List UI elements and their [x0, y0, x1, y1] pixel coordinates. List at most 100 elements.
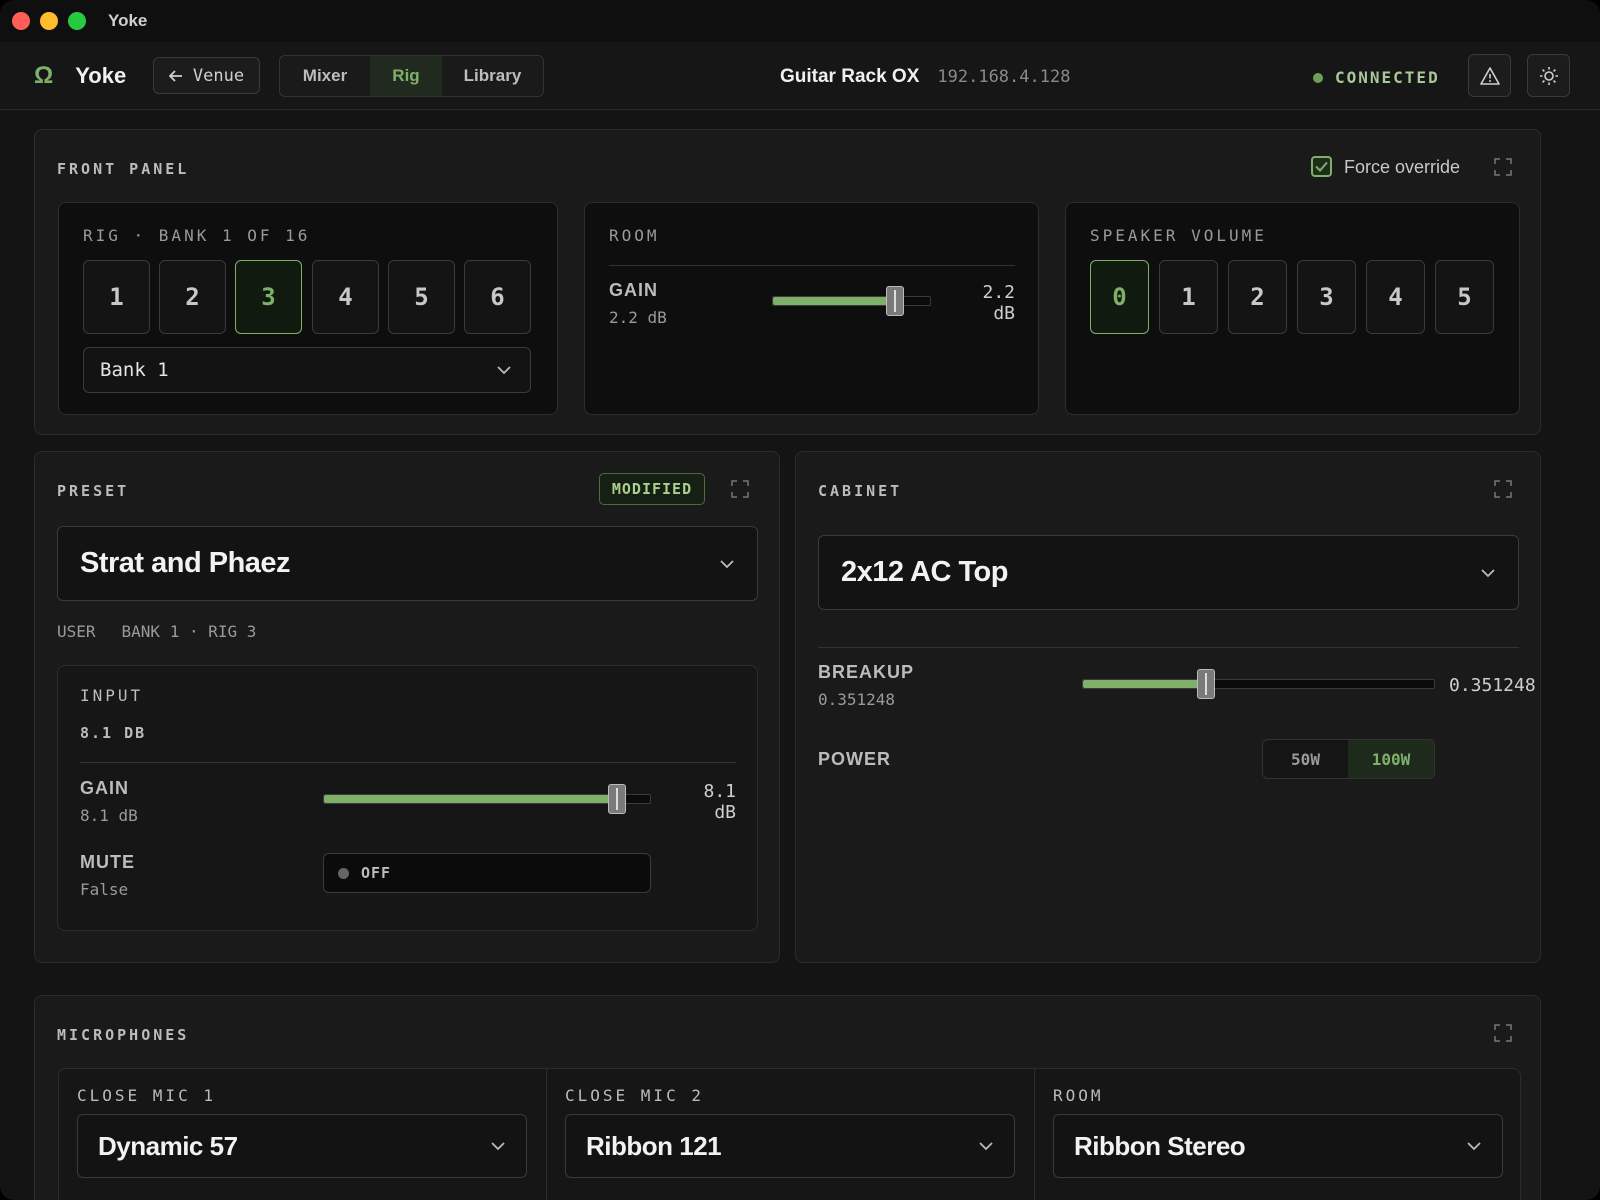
- mic-slot-divider: [546, 1069, 547, 1200]
- chevron-down-icon: [979, 1142, 993, 1151]
- window-title: Yoke: [108, 11, 148, 30]
- speaker-volume-section: SPEAKER VOLUME 0 1 2 3 4 5: [1065, 202, 1520, 415]
- expand-icon[interactable]: [1494, 158, 1512, 176]
- speaker-volume-button-1[interactable]: 1: [1159, 260, 1218, 334]
- close-mic-2-select[interactable]: Ribbon 121: [565, 1114, 1015, 1178]
- preset-location: BANK 1 · RIG 3: [121, 622, 257, 641]
- theme-toggle-button[interactable]: [1527, 54, 1570, 97]
- mic-slot-divider: [1034, 1069, 1035, 1200]
- input-label: INPUT: [80, 686, 144, 705]
- power-option-100w[interactable]: 100W: [1348, 740, 1434, 778]
- connection-status: CONNECTED: [1313, 68, 1440, 87]
- brand: Ω Yoke: [34, 62, 126, 90]
- microphones-title: MICROPHONES: [57, 1026, 190, 1044]
- cabinet-divider: [818, 647, 1519, 648]
- mute-name: MUTE: [80, 852, 135, 872]
- room-mic-value: Ribbon Stereo: [1074, 1130, 1246, 1161]
- speaker-volume-button-3[interactable]: 3: [1297, 260, 1356, 334]
- preset-title: PRESET: [57, 482, 130, 500]
- brand-name: Yoke: [75, 63, 127, 88]
- modified-badge: MODIFIED: [599, 473, 705, 505]
- zoom-window-button[interactable]: [68, 12, 86, 30]
- input-gain-slider-fill: [324, 795, 617, 803]
- input-gain-name: GAIN: [80, 778, 129, 798]
- cabinet-title: CABINET: [818, 482, 903, 500]
- force-override-checkbox[interactable]: [1311, 156, 1332, 177]
- arrow-left-icon: [168, 69, 182, 82]
- omega-logo-icon: Ω: [34, 62, 54, 89]
- breakup-name: BREAKUP: [818, 662, 915, 682]
- status-dot-icon: [1313, 72, 1323, 83]
- room-section: ROOM GAIN 2.2 dB 2.2 dB: [584, 202, 1039, 415]
- room-mic-select[interactable]: Ribbon Stereo: [1053, 1114, 1503, 1178]
- rig-button-1[interactable]: 1: [83, 260, 150, 334]
- room-gain-slider[interactable]: [772, 286, 931, 316]
- app-window: Yoke Ω Yoke Venue Mixer Rig Library Guit…: [0, 0, 1600, 1200]
- close-mic-2-value: Ribbon 121: [586, 1130, 722, 1161]
- tab-mixer[interactable]: Mixer: [280, 56, 370, 96]
- input-gain-readout-number: 8.1: [703, 781, 736, 802]
- bank-select[interactable]: Bank 1: [83, 347, 531, 393]
- rig-button-3[interactable]: 3: [235, 260, 302, 334]
- mute-toggle-label: OFF: [361, 864, 392, 882]
- power-segmented-control: 50W 100W: [1262, 739, 1435, 779]
- speaker-volume-button-2[interactable]: 2: [1228, 260, 1287, 334]
- power-name: POWER: [818, 749, 892, 769]
- rig-button-6[interactable]: 6: [464, 260, 531, 334]
- input-gain-slider[interactable]: [323, 784, 651, 814]
- cabinet-select-value: 2x12 AC Top: [841, 556, 1008, 588]
- close-mic-1-value: Dynamic 57: [98, 1130, 238, 1161]
- rig-button-2[interactable]: 2: [159, 260, 226, 334]
- toggle-indicator-icon: [338, 867, 349, 879]
- back-to-venue-button[interactable]: Venue: [153, 57, 260, 94]
- input-gain-value: 8.1 dB: [80, 806, 138, 825]
- close-mic-1-select[interactable]: Dynamic 57: [77, 1114, 527, 1178]
- breakup-slider[interactable]: [1082, 669, 1435, 699]
- tab-library[interactable]: Library: [442, 56, 543, 96]
- tab-rig[interactable]: Rig: [370, 56, 442, 96]
- venue-button-label: Venue: [192, 65, 245, 86]
- expand-icon[interactable]: [731, 480, 749, 498]
- room-gain-name: GAIN: [609, 280, 658, 300]
- breakup-slider-thumb[interactable]: [1197, 669, 1215, 699]
- expand-icon[interactable]: [1494, 1024, 1512, 1042]
- mute-toggle[interactable]: OFF: [323, 853, 651, 893]
- view-tabs: Mixer Rig Library: [279, 55, 544, 97]
- preset-panel: PRESET MODIFIED Strat and Phaez USER BAN…: [34, 451, 780, 963]
- window-controls: [12, 12, 86, 30]
- expand-icon[interactable]: [1494, 480, 1512, 498]
- front-panel-title: FRONT PANEL: [57, 160, 190, 178]
- status-text: CONNECTED: [1335, 68, 1440, 87]
- close-mic-1-label: CLOSE MIC 1: [77, 1086, 216, 1105]
- power-option-50w[interactable]: 50W: [1263, 740, 1348, 778]
- close-mic-2-label: CLOSE MIC 2: [565, 1086, 704, 1105]
- preset-source: USER: [57, 622, 96, 641]
- alerts-button[interactable]: [1468, 54, 1511, 97]
- input-divider: [80, 762, 736, 763]
- speaker-volume-button-0[interactable]: 0: [1090, 260, 1149, 334]
- input-value: 8.1 DB: [80, 724, 147, 742]
- rig-button-5[interactable]: 5: [388, 260, 455, 334]
- chevron-down-icon: [720, 559, 734, 568]
- rig-button-4[interactable]: 4: [312, 260, 379, 334]
- chevron-down-icon: [1467, 1142, 1481, 1151]
- input-gain-slider-thumb[interactable]: [608, 784, 626, 814]
- input-gain-readout-unit: dB: [714, 802, 736, 823]
- toolbar: Ω Yoke Venue Mixer Rig Library Guitar Ra…: [0, 42, 1600, 110]
- chevron-down-icon: [491, 1142, 505, 1151]
- device-info: Guitar Rack OX 192.168.4.128: [780, 66, 1070, 88]
- cabinet-select[interactable]: 2x12 AC Top: [818, 535, 1519, 610]
- speaker-volume-button-4[interactable]: 4: [1366, 260, 1425, 334]
- device-ip: 192.168.4.128: [937, 67, 1071, 87]
- force-override-label[interactable]: Force override: [1344, 157, 1460, 178]
- breakup-readout: 0.351248: [1449, 675, 1536, 696]
- close-window-button[interactable]: [12, 12, 30, 30]
- preset-meta: USER BANK 1 · RIG 3: [57, 622, 256, 641]
- minimize-window-button[interactable]: [40, 12, 58, 30]
- speaker-volume-label: SPEAKER VOLUME: [1090, 226, 1267, 245]
- room-gain-slider-thumb[interactable]: [886, 286, 904, 316]
- room-mic-label: ROOM: [1053, 1086, 1104, 1105]
- room-gain-value: 2.2 dB: [609, 308, 667, 327]
- speaker-volume-button-5[interactable]: 5: [1435, 260, 1494, 334]
- preset-select[interactable]: Strat and Phaez: [57, 526, 758, 601]
